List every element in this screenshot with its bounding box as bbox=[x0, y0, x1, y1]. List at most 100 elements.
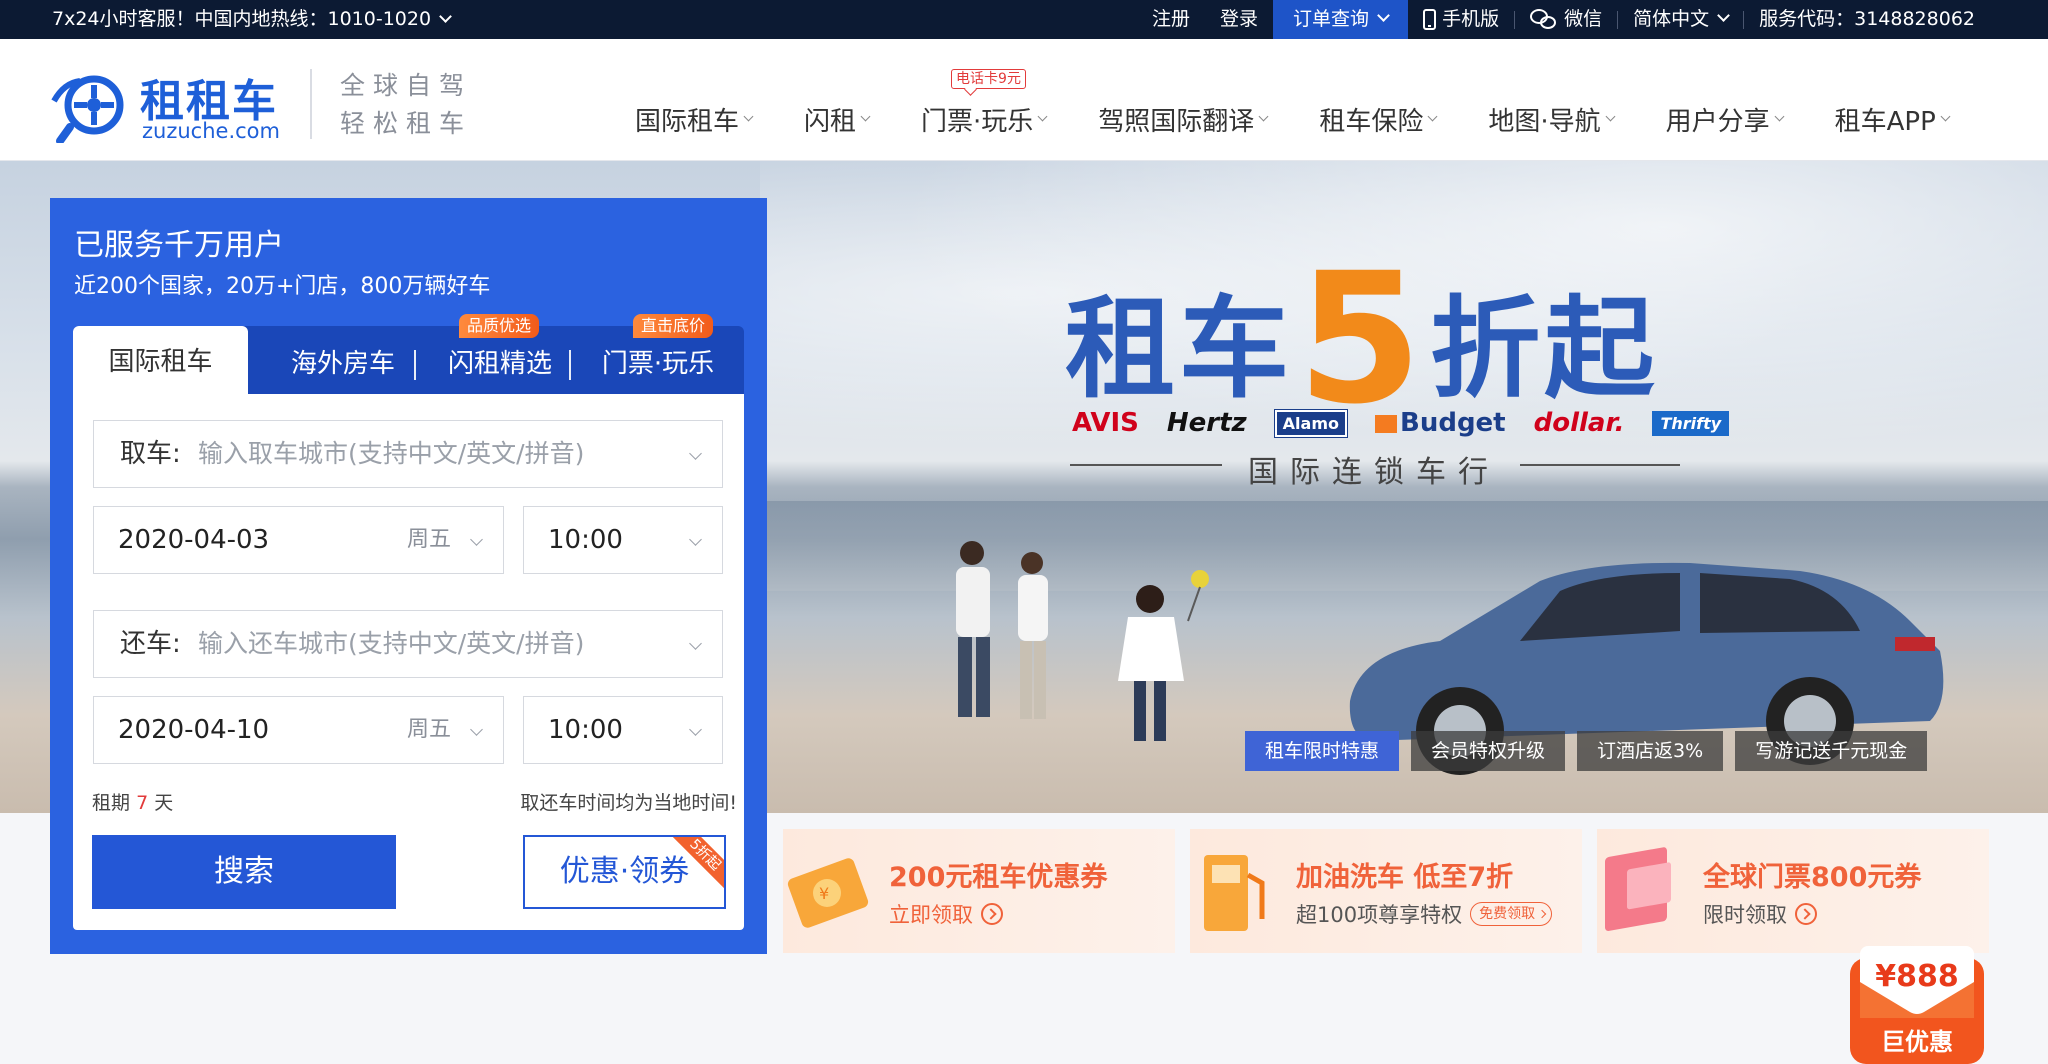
nav-item-tickets[interactable]: 电话卡9元 门票·玩乐 bbox=[921, 69, 1048, 139]
return-date-value: 2020-04-10 bbox=[118, 715, 270, 745]
language-dropdown[interactable]: 简体中文 bbox=[1618, 0, 1743, 39]
nav-label: 用户分享 bbox=[1665, 106, 1770, 137]
hertz-logo: Hertz bbox=[1166, 408, 1247, 438]
chevron-down-icon bbox=[1037, 111, 1048, 121]
budget-flag-icon bbox=[1375, 415, 1397, 433]
chevron-down-icon bbox=[1427, 111, 1438, 121]
budget-logo: Budget bbox=[1375, 408, 1506, 438]
mobile-link[interactable]: 手机版 bbox=[1408, 0, 1514, 39]
wechat-link[interactable]: 微信 bbox=[1515, 0, 1617, 39]
tab-overseas-rv[interactable]: 海外房车 bbox=[273, 326, 413, 394]
mobile-label: 手机版 bbox=[1442, 8, 1500, 30]
top-bar: 7x24小时客服！中国内地热线：1010-1020 注册 登录 订单查询 手机版… bbox=[0, 0, 2048, 39]
logo-wheel-icon bbox=[51, 75, 124, 143]
tab-international-rental[interactable]: 国际租车 bbox=[73, 326, 248, 394]
service-code: 服务代码：3148828062 bbox=[1759, 8, 1975, 30]
discount-float-badge[interactable]: ¥888 巨优惠 bbox=[1846, 942, 1988, 1064]
pickup-date-field[interactable]: 2020-04-03 周五 bbox=[93, 506, 504, 574]
chevron-down-icon bbox=[439, 10, 452, 23]
return-date-field[interactable]: 2020-04-10 周五 bbox=[93, 696, 504, 764]
promo-tab[interactable]: 租车限时特惠 bbox=[1245, 731, 1400, 771]
period-days: 7 bbox=[136, 792, 149, 814]
tab-label: 闪租精选 bbox=[447, 349, 552, 379]
promo-headline: 租车5折起 bbox=[1065, 221, 1658, 444]
order-query-label: 订单查询 bbox=[1293, 8, 1370, 30]
coupon-action[interactable]: 限时领取 bbox=[1703, 899, 1817, 929]
coupon-card-tickets[interactable]: 全球门票800元券 限时领取 bbox=[1597, 829, 1989, 953]
nav-item-license-translation[interactable]: 驾照国际翻译 bbox=[1098, 99, 1269, 139]
search-tabs: 国际租车 海外房车 闪租精选 品质优选 门票·玩乐 直击底价 bbox=[73, 314, 744, 394]
return-time-value: 10:00 bbox=[548, 715, 623, 745]
return-city-field[interactable]: 还车: 输入还车城市(支持中文/英文/拼音) bbox=[93, 610, 723, 678]
coupon-action[interactable]: 超100项尊享特权 免费领取 bbox=[1296, 899, 1553, 929]
nav-label: 地图·导航 bbox=[1488, 106, 1601, 137]
coupon-action[interactable]: 立即领取 bbox=[889, 899, 1003, 929]
pickup-label: 取车: bbox=[120, 439, 181, 469]
svg-text:¥: ¥ bbox=[819, 884, 829, 903]
nav-item-insurance[interactable]: 租车保险 bbox=[1319, 99, 1438, 139]
hotline-dropdown[interactable]: 7x24小时客服！中国内地热线：1010-1020 bbox=[52, 0, 452, 39]
chevron-down-icon bbox=[743, 111, 754, 121]
panel-title: 已服务千万用户 bbox=[74, 228, 284, 263]
pickup-city-input[interactable]: 输入取车城市(支持中文/英文/拼音) bbox=[198, 421, 584, 487]
coupon-card-rental[interactable]: ¥ 200元租车优惠券 立即领取 bbox=[783, 829, 1175, 953]
return-time-select[interactable]: 10:00 bbox=[523, 696, 723, 764]
chevron-down-icon bbox=[689, 447, 702, 460]
login-link[interactable]: 登录 bbox=[1205, 0, 1273, 39]
coupon-title: 加油洗车 低至7折 bbox=[1296, 862, 1514, 893]
pickup-time-select[interactable]: 10:00 bbox=[523, 506, 723, 574]
return-city-input[interactable]: 输入还车城市(支持中文/英文/拼音) bbox=[198, 611, 584, 677]
promo-tab[interactable]: 写游记送千元现金 bbox=[1735, 731, 1928, 771]
search-button[interactable]: 搜索 bbox=[92, 835, 396, 909]
pickup-date-value: 2020-04-03 bbox=[118, 525, 270, 555]
site-logo[interactable]: 租租车 zuzuche.com bbox=[50, 67, 290, 147]
promo-tab[interactable]: 会员特权升级 bbox=[1411, 731, 1566, 771]
logo-domain: zuzuche.com bbox=[142, 119, 280, 143]
dollar-logo: dollar. bbox=[1533, 408, 1625, 438]
nav-item-app[interactable]: 租车APP bbox=[1834, 99, 1951, 139]
brand-logos: AVIS Hertz Alamo Budget dollar. Thrifty bbox=[1072, 408, 1757, 438]
nav-item-flash-rental[interactable]: 闪租 bbox=[804, 99, 871, 139]
coupon-button[interactable]: 优惠·领券 5折起 bbox=[523, 835, 726, 909]
tab-label: 门票·玩乐 bbox=[601, 349, 715, 379]
badge-label: 巨优惠 bbox=[1881, 1028, 1953, 1056]
chevron-down-icon bbox=[1717, 9, 1730, 22]
coupon-sub: 立即领取 bbox=[889, 903, 973, 927]
register-link[interactable]: 注册 bbox=[1137, 0, 1205, 39]
order-query-dropdown[interactable]: 订单查询 bbox=[1273, 0, 1409, 39]
coupon-sub: 限时领取 bbox=[1703, 903, 1787, 927]
divider bbox=[310, 69, 312, 139]
arrow-right-circle-icon bbox=[981, 903, 1003, 925]
divider bbox=[569, 350, 571, 380]
search-panel: 已服务千万用户 近200个国家，20万+门店，800万辆好车 国际租车 海外房车… bbox=[50, 198, 767, 954]
coupon-title: 全球门票800元券 bbox=[1703, 862, 1922, 893]
budget-text: Budget bbox=[1400, 408, 1506, 438]
language-label: 简体中文 bbox=[1633, 8, 1710, 30]
chevron-down-icon bbox=[860, 111, 871, 121]
nav-item-international-rental[interactable]: 国际租车 bbox=[635, 99, 754, 139]
divider bbox=[1070, 464, 1222, 466]
nav-label: 租车保险 bbox=[1319, 106, 1424, 137]
nav-item-map-navigation[interactable]: 地图·导航 bbox=[1488, 99, 1616, 139]
slogan: 全球自驾 轻松租车 bbox=[340, 67, 472, 143]
tab-badge: 品质优选 bbox=[459, 314, 540, 338]
chain-caption: 国际连锁车行 bbox=[1248, 455, 1500, 490]
period-prefix: 租期 bbox=[92, 792, 131, 814]
nav-item-user-share[interactable]: 用户分享 bbox=[1665, 99, 1785, 139]
chevron-down-icon bbox=[689, 723, 702, 736]
free-claim-pill[interactable]: 免费领取 bbox=[1470, 902, 1553, 926]
promo-tab[interactable]: 订酒店返3% bbox=[1577, 731, 1724, 771]
family-illustration bbox=[956, 541, 1209, 741]
wechat-label: 微信 bbox=[1564, 8, 1603, 30]
pickup-city-field[interactable]: 取车: 输入取车城市(支持中文/英文/拼音) bbox=[93, 420, 723, 488]
slogan-line: 轻松租车 bbox=[340, 109, 473, 138]
ticket-stack-icon bbox=[1605, 847, 1671, 931]
nav-label: 租车APP bbox=[1834, 106, 1936, 137]
period-suffix: 天 bbox=[154, 792, 174, 814]
chevron-down-icon bbox=[470, 533, 483, 546]
return-weekday: 周五 bbox=[406, 717, 451, 742]
divider bbox=[414, 350, 416, 380]
promo-headline-part: 租车 bbox=[1065, 285, 1293, 413]
chevron-down-icon bbox=[470, 723, 483, 736]
coupon-card-fuel[interactable]: 加油洗车 低至7折 超100项尊享特权 免费领取 bbox=[1190, 829, 1582, 953]
